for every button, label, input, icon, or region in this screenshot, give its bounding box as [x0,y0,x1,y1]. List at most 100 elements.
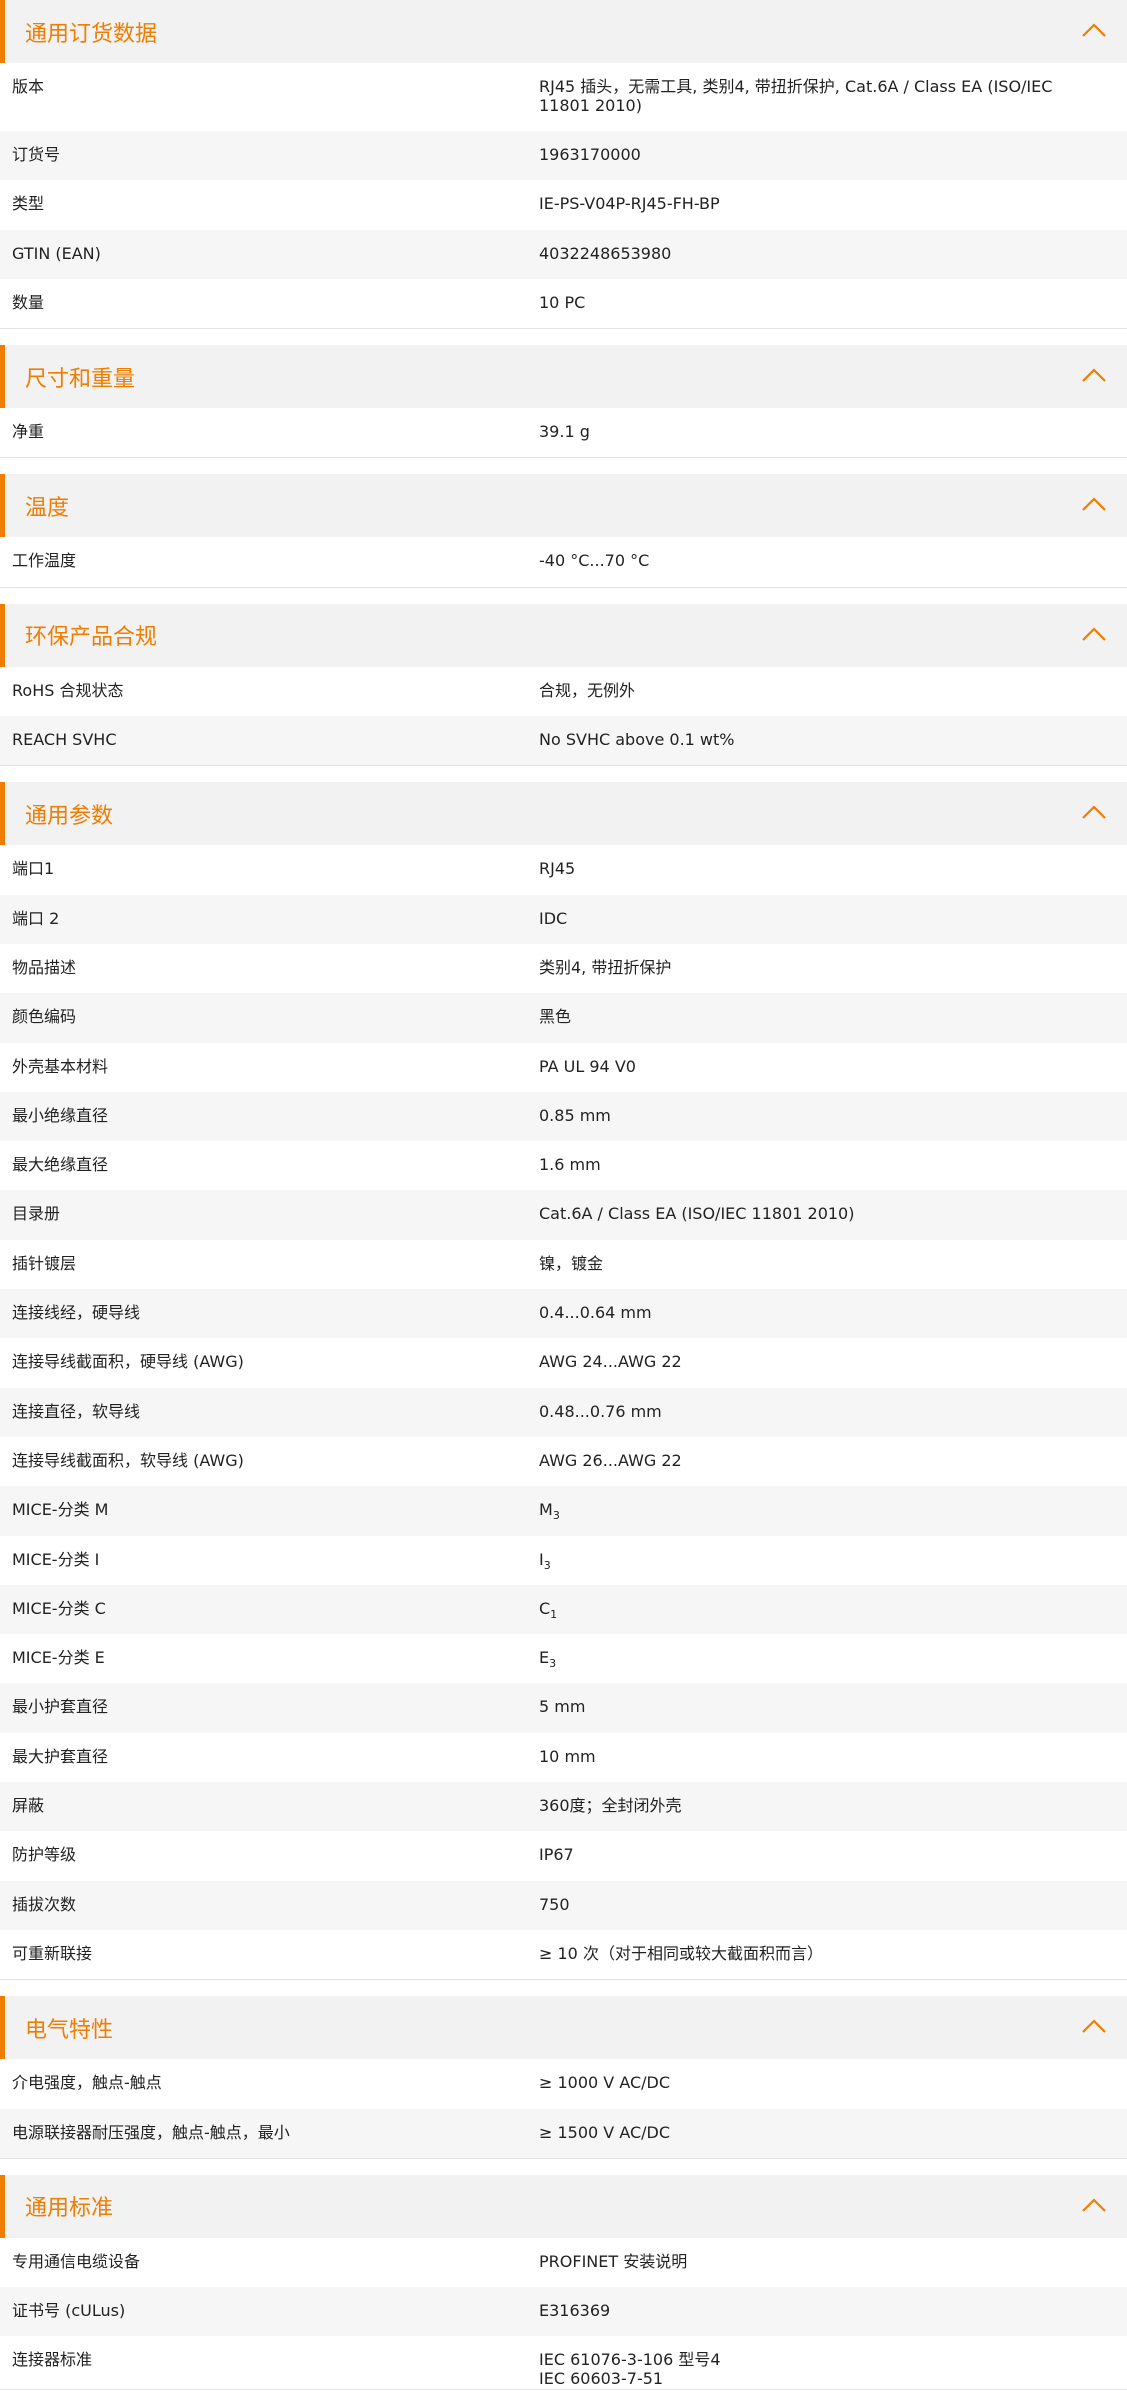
spec-label: 专用通信电缆设备 [12,2251,141,2271]
section-title: 尺寸和重量 [25,366,136,392]
section-gap [0,766,1127,783]
spec-value: E3 [539,1648,1127,1669]
spec-value: 1963170000 [539,145,1127,164]
spec-value: PROFINET 安装说明 [539,2252,1127,2271]
spec-row: 外壳基本材料 PA UL 94 V0 [0,1043,1127,1092]
section-0: 通用订货数据版本 RJ45 插头，无需工具, 类别4, 带扭折保护, Cat.6A… [0,0,1127,330]
section-header[interactable]: 电气特性 [0,1996,1127,2060]
spec-value: M3 [539,1500,1127,1521]
spec-label: 防护等级 [12,1845,77,1865]
spec-value: 39.1 g [539,422,1127,441]
spec-row: 净重 39.1 g [0,408,1127,457]
spec-label: 连接导线截面积，软导线 (AWG) [12,1450,244,1470]
spec-value: AWG 24...AWG 22 [539,1352,1127,1371]
spec-row: 连接直径，软导线 0.48...0.76 mm [0,1387,1127,1437]
spec-value-text: M [539,1500,553,1520]
spec-value-text: ≥ 10 次（对于相同或较大截面积而言） [539,1943,823,1963]
spec-row: MICE-分类 E E3 [0,1634,1127,1683]
spec-row: 连接器标准 IEC 61076-3-106 型号4 IEC 60603-7-51 [0,2336,1127,2389]
chevron-up-icon[interactable] [1079,363,1109,387]
spec-value-subscript: 1 [550,1607,558,1621]
spec-label: 连接器标准 [12,2350,93,2370]
spec-row: 数量 10 PC [0,279,1127,328]
spec-value-text: 类别4, 带扭折保护 [539,957,672,977]
spec-value-text-line2: IEC 60603-7-51 [539,2369,664,2389]
spec-value: 合规，无例外 [539,681,1127,700]
spec-row: 工作温度 -40 °C...70 °C [0,537,1127,586]
spec-row: 插拔次数 750 [0,1880,1127,1930]
chevron-up-icon[interactable] [1079,800,1109,824]
spec-value: 10 PC [539,293,1127,312]
spec-label: RoHS 合规状态 [12,680,124,700]
spec-label: 颜色编码 [12,1007,77,1027]
spec-value-text: Cat.6A / Class EA (ISO/IEC 11801 2010) [539,1204,855,1224]
spec-value-text: IE-PS-V04P-RJ45-FH-BP [539,194,720,214]
spec-row: GTIN (EAN) 4032248653980 [0,229,1127,279]
chevron-up-icon[interactable] [1079,2014,1109,2038]
section-3: 环保产品合规 RoHS 合规状态 合规，无例外 REACH SVHC No SVHC a… [0,603,1127,767]
spec-label: 插拔次数 [12,1894,77,1914]
spec-value: IDC [539,909,1127,928]
spec-label: MICE-分类 C [12,1598,106,1618]
spec-value-text: 0.85 mm [539,1105,611,1125]
spec-value-text: 360度；全封闭外壳 [539,1796,682,1816]
spec-value-text: -40 °C...70 °C [539,551,650,571]
spec-value: C1 [539,1599,1127,1621]
spec-value-text: RJ45 插头，无需工具, 类别4, 带扭折保护, Cat.6A / Class… [539,77,1053,115]
product-spec-page: 通用订货数据版本 RJ45 插头，无需工具, 类别4, 带扭折保护, Cat.6A… [0,0,1127,2391]
section-header[interactable]: 环保产品合规 [0,603,1127,667]
section-header[interactable]: 尺寸和重量 [0,345,1127,409]
spec-row: 最大护套直径 10 mm [0,1733,1127,1782]
spec-value-text: 750 [539,1894,570,1914]
section-title: 电气特性 [25,2017,114,2043]
section-header[interactable]: 通用参数 [0,782,1127,846]
section-header[interactable]: 通用订货数据 [0,0,1127,63]
spec-value-text: 镍，镀金 [539,1253,604,1273]
spec-row: 插针镀层 镍，镀金 [0,1240,1127,1289]
spec-value-text: 4032248653980 [539,243,672,263]
chevron-up-icon[interactable] [1079,2193,1109,2217]
spec-label: MICE-分类 I [12,1549,100,1569]
chevron-up-icon[interactable] [1079,622,1109,646]
spec-label: 版本 [12,77,45,96]
spec-label: 订货号 [12,145,61,164]
spec-value: IEC 61076-3-106 型号4 IEC 60603-7-51 [539,2350,1127,2388]
section-header[interactable]: 温度 [0,474,1127,538]
spec-row: 物品描述 类别4, 带扭折保护 [0,944,1127,993]
chevron-up-icon[interactable] [1079,492,1109,516]
spec-label: 外壳基本材料 [12,1056,109,1076]
spec-value: ≥ 1000 V AC/DC [539,2073,1127,2092]
spec-row: 端口1 RJ45 [0,845,1127,894]
spec-row: 电源联接器耐压强度，触点-触点，最小 ≥ 1500 V AC/DC [0,2108,1127,2158]
spec-row: 类型 IE-PS-V04P-RJ45-FH-BP [0,180,1127,229]
spec-value: PA UL 94 V0 [539,1057,1127,1076]
spec-label: 连接直径，软导线 [12,1401,141,1421]
spec-label: 类型 [12,194,45,214]
spec-value-text: 5 mm [539,1697,586,1717]
spec-value: RJ45 插头，无需工具, 类别4, 带扭折保护, Cat.6A / Class… [539,77,1127,115]
spec-value-subscript: 3 [543,1558,551,1572]
spec-row: 订货号 1963170000 [0,131,1127,181]
spec-value: AWG 26...AWG 22 [539,1451,1127,1470]
spec-row: 版本 RJ45 插头，无需工具, 类别4, 带扭折保护, Cat.6A / Cla… [0,63,1127,131]
spec-row: MICE-分类 I I3 [0,1536,1127,1585]
spec-row: MICE-分类 M M3 [0,1486,1127,1536]
spec-row: MICE-分类 C C1 [0,1584,1127,1635]
spec-value-text: PA UL 94 V0 [539,1056,636,1076]
spec-label: 最大护套直径 [12,1746,109,1766]
spec-row: 端口 2 IDC [0,894,1127,944]
spec-label: 端口1 [12,859,55,879]
spec-label: 证书号 (cULus) [12,2301,126,2321]
chevron-up-icon[interactable] [1079,18,1109,42]
section-2: 温度 工作温度 -40 °C...70 °C [0,474,1127,588]
spec-value: 镍，镀金 [539,1254,1127,1273]
spec-value-text: IEC 61076-3-106 型号4 [539,2350,721,2370]
spec-value: 0.85 mm [539,1106,1127,1125]
spec-label: 屏蔽 [12,1796,45,1816]
spec-label: 插针镀层 [12,1253,77,1273]
spec-value-text: IP67 [539,1845,574,1865]
section-gap [0,329,1127,346]
spec-row: 连接导线截面积，软导线 (AWG) AWG 26...AWG 22 [0,1437,1127,1486]
spec-value: 750 [539,1895,1127,1914]
section-header[interactable]: 通用标准 [0,2174,1127,2238]
